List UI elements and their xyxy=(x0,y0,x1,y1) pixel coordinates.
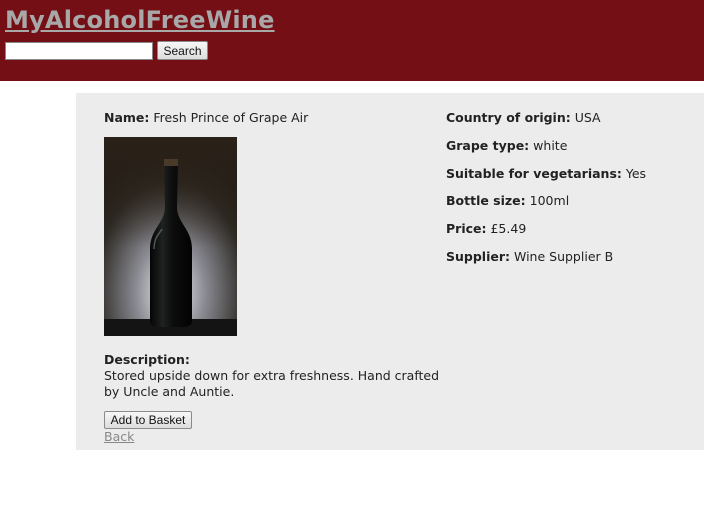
detail-value: £5.49 xyxy=(490,221,527,236)
detail-value: Yes xyxy=(625,166,647,181)
detail-label: Supplier: xyxy=(446,249,511,264)
detail-country: Country of origin: USA xyxy=(446,110,601,125)
detail-label: Grape type: xyxy=(446,138,530,153)
product-name-row: Name: Fresh Prince of Grape Air xyxy=(104,110,308,125)
detail-price: Price: £5.49 xyxy=(446,221,526,236)
search-input[interactable] xyxy=(5,42,153,60)
detail-vegetarian: Suitable for vegetarians: Yes xyxy=(446,166,646,181)
back-link[interactable]: Back xyxy=(104,429,134,444)
detail-value: 100ml xyxy=(529,193,570,208)
product-panel: Name: Fresh Prince of Grape Air Descript… xyxy=(76,93,704,450)
wine-bottle-image xyxy=(104,137,237,336)
product-name: Fresh Prince of Grape Air xyxy=(153,110,309,125)
detail-value: Wine Supplier B xyxy=(514,249,614,264)
detail-label: Country of origin: xyxy=(446,110,571,125)
detail-label: Bottle size: xyxy=(446,193,526,208)
detail-label: Suitable for vegetarians: xyxy=(446,166,622,181)
add-to-basket-button[interactable]: Add to Basket xyxy=(104,411,192,429)
description-label: Description: xyxy=(104,352,190,367)
detail-grape-type: Grape type: white xyxy=(446,138,567,153)
search-button[interactable]: Search xyxy=(157,41,208,60)
site-header: MyAlcoholFreeWine Search xyxy=(0,0,704,81)
description-text: Stored upside down for extra freshness. … xyxy=(104,368,440,399)
detail-supplier: Supplier: Wine Supplier B xyxy=(446,249,613,264)
detail-bottle-size: Bottle size: 100ml xyxy=(446,193,569,208)
detail-value: white xyxy=(533,138,568,153)
site-title-link[interactable]: MyAlcoholFreeWine xyxy=(5,6,275,34)
product-name-label: Name: xyxy=(104,110,150,125)
detail-value: USA xyxy=(574,110,601,125)
detail-label: Price: xyxy=(446,221,487,236)
